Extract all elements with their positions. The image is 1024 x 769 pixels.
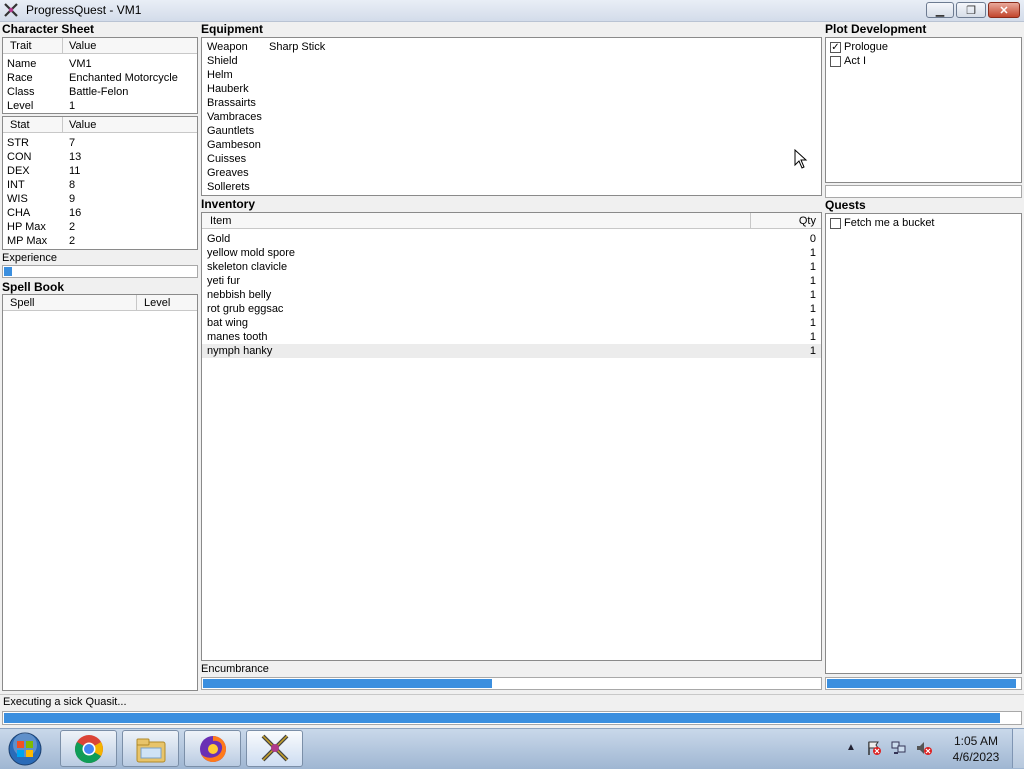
equipment-row: Vambraces (207, 111, 262, 123)
firefox-icon (200, 736, 226, 762)
inventory-header[interactable]: Item Qty (202, 213, 821, 229)
equipment-row: Cuisses (207, 153, 247, 165)
equipment-row: Helm (207, 69, 233, 81)
progressquest-taskbar-button[interactable] (246, 730, 303, 767)
encumbrance-bar-fill (203, 679, 492, 688)
value-column-header: Value (69, 40, 97, 52)
experience-bar-fill (4, 267, 12, 276)
stat-row: INT 8 (7, 179, 76, 191)
stat-row: CON 13 (7, 151, 82, 163)
equipment-row: Hauberk (207, 83, 249, 95)
equipment-row: Gauntlets (207, 125, 255, 137)
act-i-checkbox[interactable] (830, 56, 841, 67)
progressquest-icon (261, 734, 289, 762)
close-button[interactable]: ✕ (988, 2, 1020, 18)
equipment-row: Shield (207, 55, 238, 67)
equipment-list[interactable]: Weapon Sharp Stick Shield Helm Hauberk Br… (201, 37, 822, 196)
status-text: Executing a sick Quasit... (3, 696, 127, 708)
show-desktop-button[interactable] (1012, 729, 1024, 768)
inventory-row[interactable]: Gold 0 (202, 232, 821, 246)
file-explorer-taskbar-button[interactable] (122, 730, 179, 767)
clock-date[interactable]: 4/6/2023 (946, 750, 1006, 764)
qty-column-header: Qty (798, 215, 816, 227)
inventory-row[interactable]: bat wing 1 (202, 316, 821, 330)
quests-title: Quests (825, 198, 866, 212)
task-progress-bar-fill (4, 713, 1000, 723)
volume-muted-icon[interactable] (915, 740, 933, 756)
chrome-icon (75, 735, 103, 764)
window-title: ProgressQuest - VM1 (26, 3, 142, 17)
stats-list[interactable]: Stat Value STR 7 CON 13 DEX 11 INT 8 WIS 9 CH… (2, 116, 198, 250)
quest-progress-bar-fill (827, 679, 1017, 688)
stat-row: CHA 16 (7, 207, 82, 219)
prologue-checkbox[interactable]: ✓ (830, 42, 841, 53)
trait-row: Level 1 (7, 100, 76, 112)
inventory-list[interactable]: Item Qty Gold 0 yellow mold spore 1 skelet… (201, 212, 822, 661)
item-column-header: Item (210, 215, 232, 227)
level-column-header: Level (144, 297, 171, 309)
quests-list[interactable]: Fetch me a bucket (825, 213, 1022, 674)
firefox-taskbar-button[interactable] (184, 730, 241, 767)
value-column-header: Value (69, 119, 97, 131)
spell-book-list[interactable]: Spell Level (2, 294, 198, 691)
trait-column-header: Trait (10, 40, 32, 52)
spell-book-title: Spell Book (2, 280, 65, 294)
plot-development-list[interactable]: ✓ Prologue Act I (825, 37, 1022, 183)
inventory-row[interactable]: rot grub eggsac 1 (202, 302, 821, 316)
taskbar: ▲ 1:05 AM 4/6/2023 (0, 728, 1024, 769)
equipment-row: Brassairts (207, 97, 256, 109)
quest-checkbox[interactable] (830, 218, 841, 229)
stat-row: STR 7 (7, 137, 76, 149)
equipment-row: Weapon Sharp Stick (207, 41, 326, 53)
quest-progress-bar (825, 677, 1022, 690)
show-hidden-icons-button[interactable]: ▲ (846, 742, 856, 753)
character-sheet-title: Character Sheet (2, 22, 95, 36)
experience-bar (2, 265, 198, 278)
maximize-button[interactable]: ❐ (956, 2, 986, 18)
inventory-row[interactable]: nebbish belly 1 (202, 288, 821, 302)
app-icon (4, 3, 18, 17)
title-bar[interactable]: ProgressQuest - VM1 ▁ ❐ ✕ (0, 0, 1024, 22)
equipment-row: Gambeson (207, 139, 261, 151)
equipment-row: Greaves (207, 167, 249, 179)
encumbrance-bar (201, 677, 822, 690)
inventory-row[interactable]: skeleton clavicle 1 (202, 260, 821, 274)
traits-list[interactable]: Trait Value Name VM1 Race Enchanted Motorc… (2, 37, 198, 114)
stat-row: DEX 11 (7, 165, 81, 177)
inventory-row[interactable]: yeti fur 1 (202, 274, 821, 288)
spell-book-header[interactable]: Spell Level (3, 295, 197, 311)
equipment-row: Sollerets (207, 181, 250, 193)
clock-time[interactable]: 1:05 AM (946, 734, 1006, 748)
stat-row: HP Max 2 (7, 221, 76, 233)
start-orb-icon[interactable] (6, 731, 44, 767)
inventory-row[interactable]: manes tooth 1 (202, 330, 821, 344)
network-icon[interactable] (890, 740, 908, 756)
encumbrance-label: Encumbrance (201, 663, 269, 675)
stat-column-header: Stat (10, 119, 30, 131)
trait-row: Race Enchanted Motorcycle (7, 72, 178, 84)
action-center-flag-icon[interactable] (866, 740, 882, 756)
plot-development-title: Plot Development (825, 22, 927, 36)
mouse-cursor-icon (794, 149, 808, 169)
stat-row: MP Max 2 (7, 235, 76, 247)
equipment-title: Equipment (201, 22, 263, 36)
plot-progress-bar (825, 185, 1022, 198)
trait-row: Class Battle-Felon (7, 86, 129, 98)
folder-icon (136, 738, 166, 763)
trait-row: Name VM1 (7, 58, 92, 70)
spell-column-header: Spell (10, 297, 35, 309)
inventory-row-selected[interactable]: nymph hanky 1 (202, 344, 821, 358)
minimize-button[interactable]: ▁ (926, 2, 954, 18)
stat-row: WIS 9 (7, 193, 76, 205)
traits-header[interactable]: Trait Value (3, 38, 197, 54)
inventory-row[interactable]: yellow mold spore 1 (202, 246, 821, 260)
stats-header[interactable]: Stat Value (3, 117, 197, 133)
experience-label: Experience (2, 252, 58, 264)
status-divider (0, 694, 1024, 695)
chrome-taskbar-button[interactable] (60, 730, 117, 767)
inventory-title: Inventory (201, 197, 256, 211)
task-progress-bar (2, 711, 1022, 725)
